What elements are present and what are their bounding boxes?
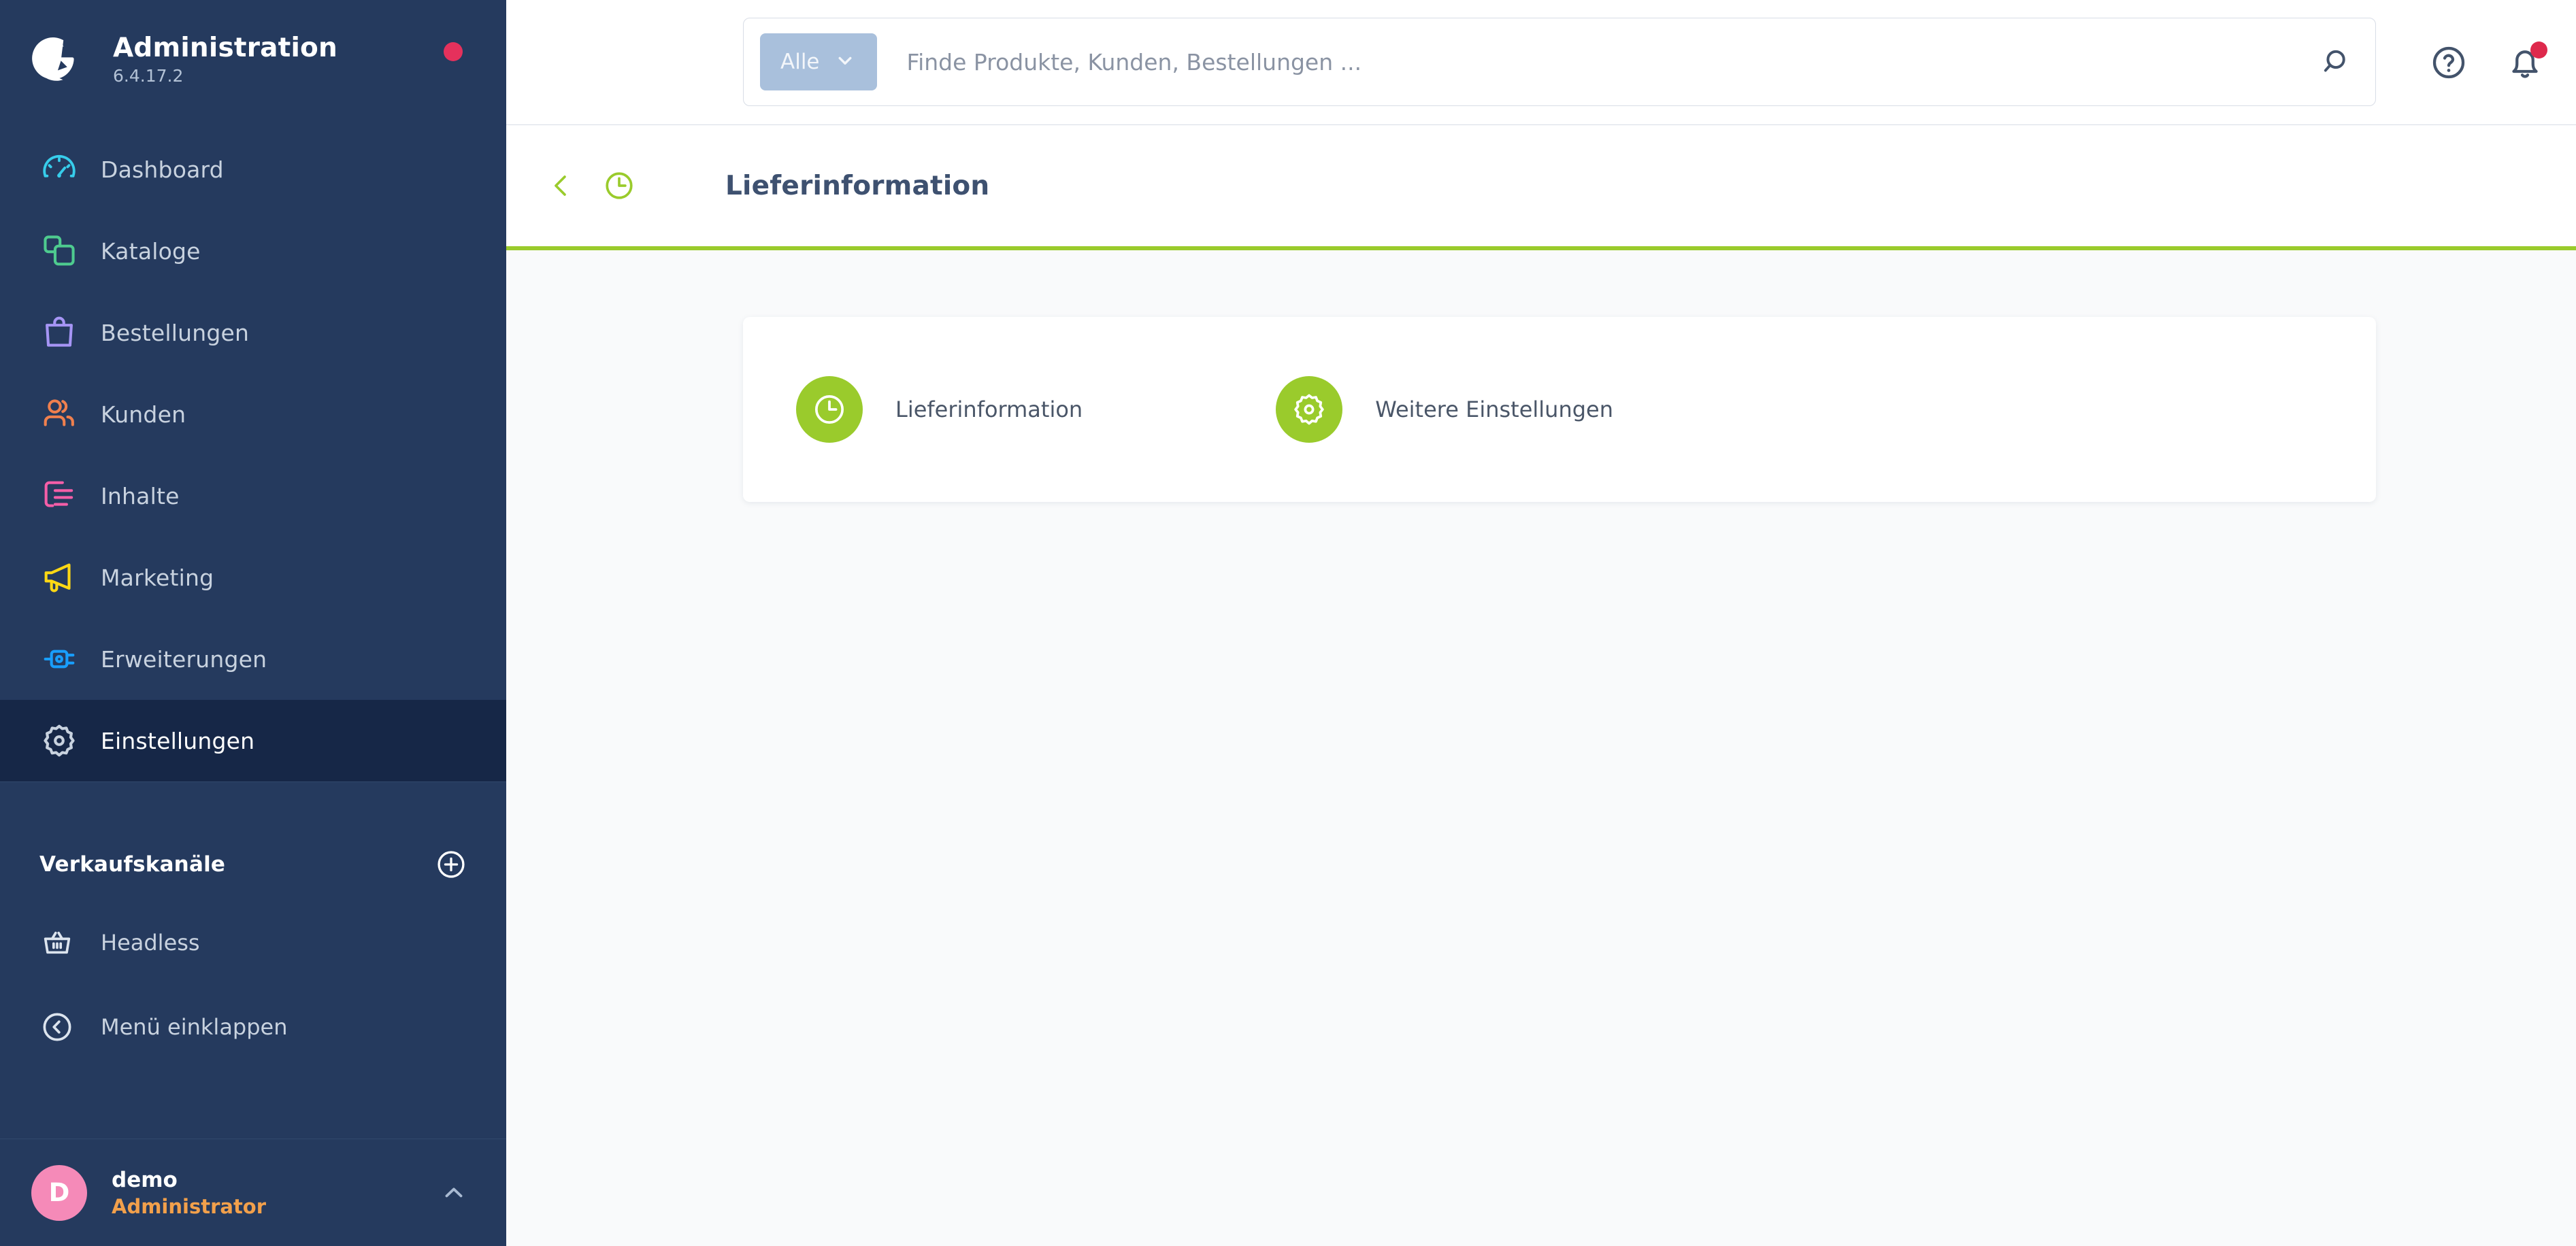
- sidebar-item-label: Erweiterungen: [101, 645, 267, 673]
- shopware-logo-icon: [29, 32, 84, 88]
- sidebar-item-label: Marketing: [101, 564, 214, 591]
- catalog-icon: [39, 231, 79, 271]
- sidebar-item-einstellungen[interactable]: Einstellungen: [0, 700, 506, 781]
- sidebar: Administration 6.4.17.2 Dashboard Katalo…: [0, 0, 506, 1246]
- brand-text: Administration 6.4.17.2: [113, 33, 337, 86]
- sidebar-item-label: Kunden: [101, 401, 186, 428]
- search-scope-dropdown[interactable]: Alle: [760, 33, 877, 90]
- sidebar-item-label: Einstellungen: [101, 727, 255, 754]
- chevron-up-icon[interactable]: [440, 1179, 468, 1207]
- page-title: Lieferinformation: [725, 170, 990, 201]
- app-title: Administration: [113, 32, 338, 63]
- card-action-label: Lieferinformation: [895, 397, 1083, 422]
- bell-icon[interactable]: [2503, 40, 2547, 85]
- main-navigation: Dashboard Kataloge Bestellungen Kunden I…: [0, 119, 506, 781]
- sidebar-item-marketing[interactable]: Marketing: [0, 537, 506, 618]
- sidebar-collapse-label: Menü einklappen: [101, 1014, 288, 1040]
- card-action-label: Weitere Einstellungen: [1375, 397, 1614, 422]
- sidebar-item-label: Dashboard: [101, 156, 224, 183]
- plugin-plug-icon: [39, 639, 79, 679]
- settings-card: Lieferinformation Weitere Einstellungen: [743, 317, 2376, 502]
- update-available-dot: [444, 42, 463, 61]
- content-icon: [39, 476, 79, 516]
- sidebar-item-kunden[interactable]: Kunden: [0, 373, 506, 455]
- top-bar-actions: [2426, 0, 2547, 125]
- chevron-left-circle-icon: [39, 1009, 75, 1045]
- sidebar-item-dashboard[interactable]: Dashboard: [0, 129, 506, 210]
- card-action-weitere-einstellungen[interactable]: Weitere Einstellungen: [1276, 376, 1613, 443]
- sidebar-item-label: Inhalte: [101, 482, 180, 509]
- card-action-lieferinformation[interactable]: Lieferinformation: [796, 376, 1083, 443]
- orders-bag-icon: [39, 313, 79, 352]
- search-scope-label: Alle: [780, 50, 820, 74]
- sidebar-item-label: Kataloge: [101, 237, 201, 265]
- search-icon[interactable]: [2300, 18, 2375, 105]
- sidebar-item-bestellungen[interactable]: Bestellungen: [0, 292, 506, 373]
- sidebar-item-kataloge[interactable]: Kataloge: [0, 210, 506, 292]
- page-header: Lieferinformation: [506, 125, 2576, 250]
- gear-icon: [1276, 376, 1343, 443]
- global-search: Alle: [743, 18, 2376, 106]
- admin-app: Administration 6.4.17.2 Dashboard Katalo…: [0, 0, 2576, 1246]
- user-meta: demo Administrator: [112, 1167, 266, 1219]
- clock-icon: [601, 168, 637, 203]
- main-area: Alle Finde Produkte, Kunden, Bestellunge…: [506, 0, 2576, 1246]
- sidebar-divider: [0, 781, 506, 782]
- search-input[interactable]: [876, 48, 2300, 75]
- clock-icon: [796, 376, 863, 443]
- plus-circle-icon[interactable]: [434, 847, 468, 881]
- customers-icon: [39, 394, 79, 434]
- sidebar-collapse-toggle[interactable]: Menü einklappen: [0, 989, 506, 1065]
- avatar: D: [31, 1164, 87, 1221]
- brand-header[interactable]: Administration 6.4.17.2: [0, 0, 506, 119]
- content-area: Lieferinformation Weitere Einstellungen: [506, 250, 2576, 1246]
- chevron-left-icon[interactable]: [546, 170, 577, 201]
- chevron-down-icon: [833, 49, 857, 75]
- dashboard-icon: [39, 150, 79, 189]
- megaphone-icon: [39, 558, 79, 597]
- app-version: 6.4.17.2: [113, 66, 184, 86]
- sidebar-item-label: Bestellungen: [101, 319, 250, 346]
- sidebar-item-inhalte[interactable]: Inhalte: [0, 455, 506, 537]
- top-bar: Alle: [506, 0, 2576, 125]
- sidebar-channel-headless[interactable]: Headless: [0, 905, 506, 981]
- sales-channels-title: Verkaufskanäle: [39, 852, 226, 877]
- unread-notification-dot: [2530, 41, 2547, 58]
- basket-icon: [39, 925, 75, 960]
- user-role: Administrator: [112, 1195, 267, 1219]
- sidebar-item-erweiterungen[interactable]: Erweiterungen: [0, 618, 506, 700]
- sidebar-channel-label: Headless: [101, 930, 200, 956]
- user-name: demo: [112, 1167, 178, 1192]
- user-menu[interactable]: D demo Administrator: [0, 1139, 506, 1246]
- help-circle-icon[interactable]: [2426, 40, 2471, 85]
- gear-icon: [39, 721, 79, 760]
- sales-channels-header: Verkaufskanäle: [0, 824, 506, 905]
